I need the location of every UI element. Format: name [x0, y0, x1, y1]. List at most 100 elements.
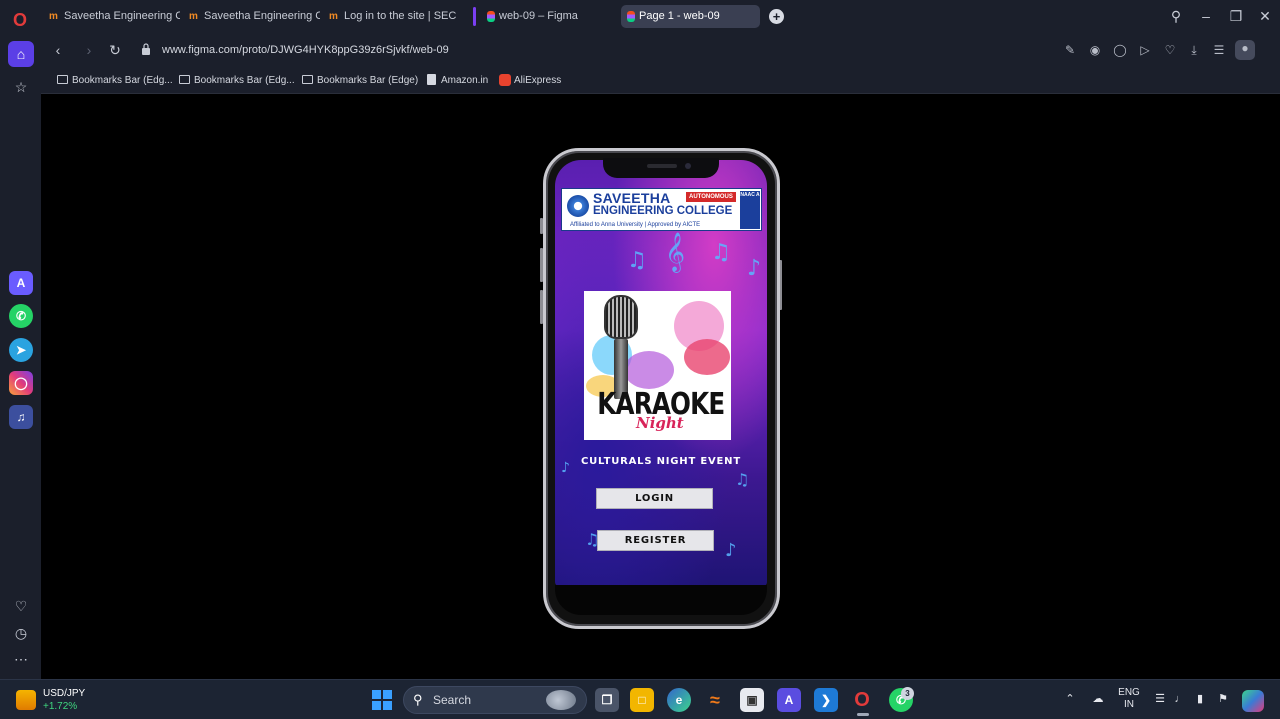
url-field[interactable]: www.figma.com/proto/DJWG4HYK8ppG39z6rSjv… — [162, 42, 449, 58]
bookmark-aliexpress[interactable]: AliExpress — [499, 73, 561, 88]
onedrive-icon[interactable]: ☁ — [1090, 692, 1106, 706]
music-note-icon: ♫ — [627, 248, 647, 273]
play-icon[interactable]: ▷ — [1137, 42, 1153, 58]
bookmark-label: AliExpress — [514, 75, 562, 86]
windows-start-icon[interactable] — [372, 690, 392, 710]
tab-label: Page 1 - web-09 — [639, 10, 720, 22]
opera-logo-icon[interactable]: O — [8, 8, 32, 32]
reload-button[interactable]: ↻ — [106, 41, 124, 59]
autonomous-badge: AUTONOMOUS — [686, 192, 736, 202]
aria-icon[interactable]: A — [9, 271, 33, 295]
search-icon: ⚲ — [413, 692, 423, 707]
search-highlight-icon — [546, 690, 576, 710]
minimize-button[interactable]: – — [1195, 6, 1217, 26]
vscode-icon[interactable]: ❯ — [814, 688, 838, 712]
search-tabs-icon[interactable]: ⚲ — [1165, 6, 1187, 26]
tab-figma-web09[interactable]: web-09 – Figma — [481, 5, 615, 28]
bookmark-label: Bookmarks Bar (Edg... — [194, 75, 295, 86]
college-affiliation: Affiliated to Anna University | Approved… — [570, 222, 701, 228]
task-view-icon[interactable]: ❐ — [595, 688, 619, 712]
camera-icon[interactable]: ◉ — [1087, 42, 1103, 58]
ticker-label[interactable]: USD/JPY — [43, 687, 85, 700]
college-name-line2: ENGINEERING COLLEGE — [593, 205, 733, 217]
ticker-value: +1.72% — [43, 701, 78, 712]
moodle-icon: m — [49, 11, 58, 22]
music-note-icon: ♪ — [725, 540, 737, 561]
phone-notch — [603, 158, 719, 178]
download-icon[interactable]: ⤓ — [1186, 42, 1202, 58]
stock-widget-icon[interactable] — [16, 690, 36, 710]
poster-splash — [624, 351, 674, 389]
taskbar-search[interactable]: ⚲ Search — [403, 686, 587, 714]
tab-label: web-09 – Figma — [499, 10, 578, 22]
shield-icon[interactable]: ◯ — [1112, 42, 1128, 58]
tab-saveetha-1[interactable]: m Saveetha Engineering Coll — [46, 5, 180, 28]
edge-icon[interactable]: e — [667, 688, 691, 712]
forward-button[interactable]: › — [80, 41, 98, 59]
poster-subtitle: Night — [636, 414, 684, 432]
college-logo-icon — [567, 195, 589, 217]
whatsapp-icon[interactable]: ✆ — [9, 304, 33, 328]
volume-muted-icon[interactable]: ♩ — [1173, 692, 1187, 706]
opera-icon[interactable]: O — [850, 688, 874, 712]
profile-icon[interactable]: ● — [1235, 40, 1255, 60]
edit-icon[interactable]: ✎ — [1062, 42, 1078, 58]
event-heading: CULTURALS NIGHT EVENT — [581, 456, 741, 467]
tab-saveetha-2[interactable]: m Saveetha Engineering Coll — [186, 5, 320, 28]
college-name: SAVEETHA — [593, 190, 671, 206]
new-tab-button[interactable]: + — [769, 9, 784, 24]
bookmark-label: Amazon.in — [441, 75, 489, 86]
tab-login[interactable]: m Log in to the site | SEC — [326, 5, 460, 28]
tab-page1-web09[interactable]: Page 1 - web-09 — [621, 5, 760, 28]
address-bar: ‹ › ↻ www.figma.com/proto/DJWG4HYK8ppG39… — [41, 33, 1280, 67]
heart-icon[interactable]: ♡ — [1162, 42, 1178, 58]
history-icon[interactable]: ◷ — [8, 620, 34, 646]
folder-icon — [179, 75, 190, 84]
home-icon[interactable]: ⌂ — [8, 41, 34, 67]
file-explorer-icon[interactable]: □ — [630, 688, 654, 712]
copilot-icon[interactable] — [1242, 690, 1264, 712]
bookmark-folder-3[interactable]: Bookmarks Bar (Edge) — [302, 73, 418, 88]
tab-label: Saveetha Engineering Coll — [64, 10, 180, 22]
bookmark-label: Bookmarks Bar (Edge) — [317, 75, 419, 86]
tab-label: Log in to the site | SEC — [344, 10, 457, 22]
notification-bell-icon[interactable]: ⚑ — [1216, 692, 1230, 706]
phone-speaker — [647, 164, 677, 168]
music-note-icon: ♫ — [711, 240, 731, 265]
login-button[interactable]: LOGIN — [596, 488, 713, 509]
opera-sidebar: ⌂ ☆ A ✆ ➤ ◯ ♫ ♡ ◷ ⋯ — [0, 33, 41, 679]
bookmark-folder-1[interactable]: Bookmarks Bar (Edg... — [57, 73, 173, 88]
back-button[interactable]: ‹ — [49, 41, 67, 59]
folder-icon — [302, 75, 313, 84]
telegram-icon[interactable]: ➤ — [9, 338, 33, 362]
chevron-up-icon[interactable]: ⌃ — [1064, 692, 1076, 706]
more-icon[interactable]: ⋯ — [8, 646, 34, 672]
bookmark-amazon[interactable]: Amazon.in — [426, 73, 488, 88]
register-button[interactable]: REGISTER — [597, 530, 714, 551]
music-player-icon[interactable]: ♫ — [9, 405, 33, 429]
karaoke-poster: KARAOKE Night — [584, 291, 731, 440]
star-icon[interactable]: ☆ — [8, 74, 34, 100]
phone-bottom-bezel — [555, 585, 767, 615]
close-window-button[interactable]: ✕ — [1254, 6, 1276, 26]
tab-group-indicator — [473, 7, 476, 26]
instagram-icon[interactable]: ◯ — [9, 371, 33, 395]
restore-button[interactable]: ❐ — [1225, 6, 1247, 26]
naac-badge: NAAC A — [740, 191, 760, 229]
moodle-icon: m — [329, 11, 338, 22]
arc-icon[interactable]: A — [777, 688, 801, 712]
aliexpress-icon — [499, 74, 511, 86]
sublime-icon[interactable]: ≈ — [703, 688, 727, 712]
figma-icon — [627, 11, 635, 22]
battery-icon[interactable]: ▮ — [1193, 692, 1207, 706]
tab-bar: O m Saveetha Engineering Coll m Saveetha… — [0, 0, 1280, 33]
folder-icon — [57, 75, 68, 84]
bookmark-label: Bookmarks Bar (Edg... — [72, 75, 173, 86]
language-indicator[interactable]: ENG IN — [1117, 687, 1141, 711]
heart-icon[interactable]: ♡ — [8, 593, 34, 619]
bookmark-folder-2[interactable]: Bookmarks Bar (Edg... — [179, 73, 295, 88]
wifi-icon[interactable]: ☰ — [1153, 692, 1167, 706]
easy-setup-icon[interactable]: ☰ — [1211, 42, 1227, 58]
microphone-icon — [604, 295, 638, 339]
store-icon[interactable]: ▣ — [740, 688, 764, 712]
